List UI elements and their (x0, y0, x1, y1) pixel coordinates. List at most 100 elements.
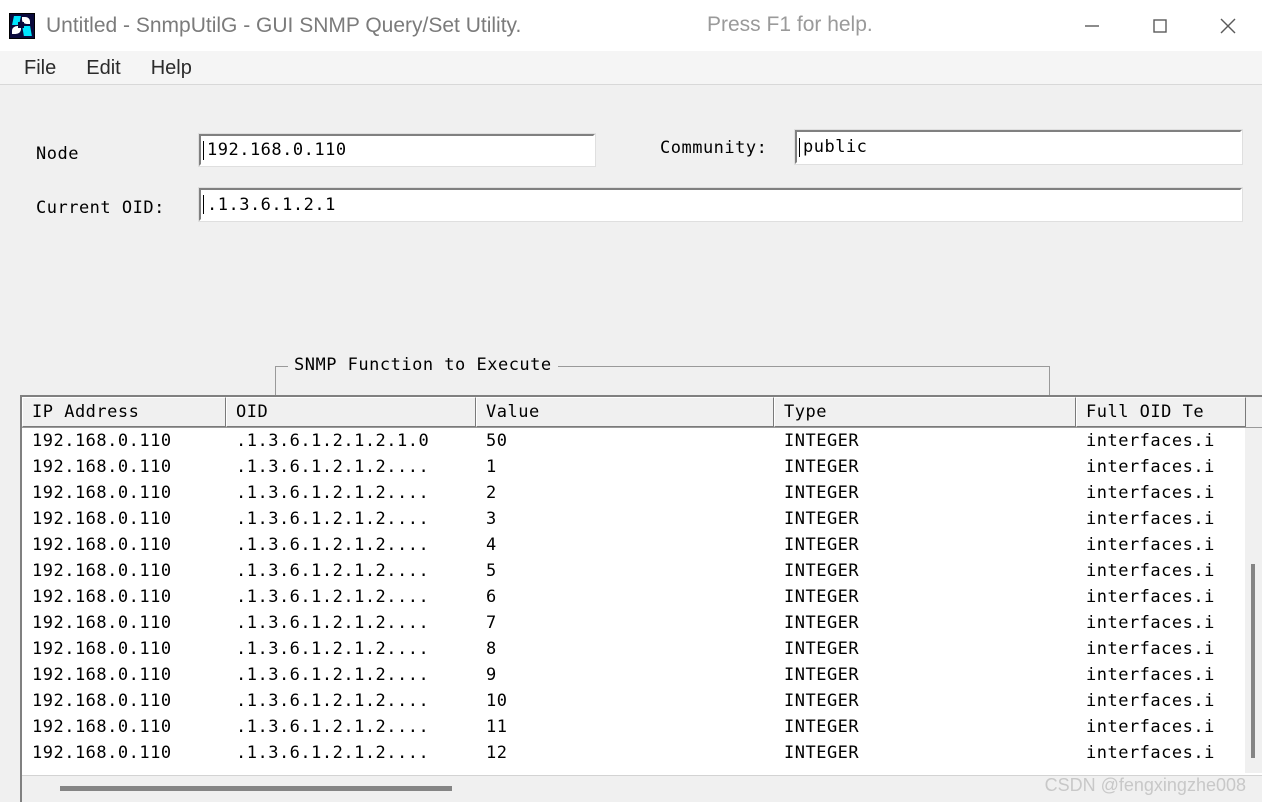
results-list: IP Address OID Value Type Full OID Te 19… (20, 395, 1262, 802)
column-header-full-oid-text[interactable]: Full OID Te (1076, 397, 1246, 427)
cell-oid: .1.3.6.1.2.1.2.... (236, 509, 430, 529)
cell-full-oid-text: interfaces.i (1086, 691, 1215, 711)
cell-ip-address: 192.168.0.110 (32, 691, 172, 711)
table-row[interactable]: 192.168.0.110 .1.3.6.1.2.1.2.... 7 INTEGER i… (22, 610, 1262, 636)
cell-value: 10 (486, 691, 508, 711)
watermark-text: CSDN @fengxingzhe008 (1044, 775, 1246, 795)
cell-oid: .1.3.6.1.2.1.2.... (236, 639, 430, 659)
minimize-button[interactable] (1058, 0, 1126, 51)
node-label: Node (36, 144, 79, 164)
node-input-value: 192.168.0.110 (207, 140, 347, 160)
horizontal-scrollbar-thumb[interactable] (60, 786, 452, 791)
cell-type: INTEGER (784, 483, 860, 503)
column-header-ip-address[interactable]: IP Address (22, 397, 226, 427)
cell-full-oid-text: interfaces.i (1086, 483, 1215, 503)
table-row[interactable]: 192.168.0.110 .1.3.6.1.2.1.2.... 8 INTEGER i… (22, 636, 1262, 662)
cell-type: INTEGER (784, 535, 860, 555)
snmputilg-app-icon (9, 12, 35, 39)
column-header-type[interactable]: Type (774, 397, 1076, 427)
cell-oid: .1.3.6.1.2.1.2.... (236, 717, 430, 737)
table-row[interactable]: 192.168.0.110 .1.3.6.1.2.1.2.... 6 INTEGER i… (22, 584, 1262, 610)
window-title: Untitled - SnmpUtilG - GUI SNMP Query/Se… (46, 13, 522, 37)
minimize-icon (1081, 15, 1103, 37)
cell-value: 7 (486, 613, 497, 633)
menu-item-edit[interactable]: Edit (71, 53, 135, 83)
cell-full-oid-text: interfaces.i (1086, 665, 1215, 685)
cell-full-oid-text: interfaces.i (1086, 613, 1215, 633)
cell-type: INTEGER (784, 743, 860, 763)
menu-item-file[interactable]: File (9, 53, 71, 83)
current-oid-input-value: .1.3.6.1.2.1 (207, 194, 336, 215)
cell-value: 12 (486, 743, 508, 763)
current-oid-input[interactable]: .1.3.6.1.2.1 (198, 187, 1243, 222)
vertical-scrollbar[interactable] (1245, 428, 1262, 773)
cell-ip-address: 192.168.0.110 (32, 535, 172, 555)
cell-full-oid-text: interfaces.i (1086, 457, 1215, 477)
cell-type: INTEGER (784, 587, 860, 607)
cell-type: INTEGER (784, 613, 860, 633)
cell-ip-address: 192.168.0.110 (32, 639, 172, 659)
cell-value: 6 (486, 587, 497, 607)
column-header-value[interactable]: Value (476, 397, 774, 427)
cell-ip-address: 192.168.0.110 (32, 613, 172, 633)
cell-ip-address: 192.168.0.110 (32, 509, 172, 529)
table-row[interactable]: 192.168.0.110 .1.3.6.1.2.1.2.... 3 INTEGER i… (22, 506, 1262, 532)
cell-full-oid-text: interfaces.i (1086, 509, 1215, 529)
window-controls (1058, 0, 1262, 51)
table-row[interactable]: 192.168.0.110 .1.3.6.1.2.1.2.... 1 INTEGER i… (22, 454, 1262, 480)
cell-ip-address: 192.168.0.110 (32, 717, 172, 737)
table-row[interactable]: 192.168.0.110 .1.3.6.1.2.1.2.... 5 INTEGER i… (22, 558, 1262, 584)
cell-value: 5 (486, 561, 497, 581)
close-button[interactable] (1194, 0, 1262, 51)
cell-ip-address: 192.168.0.110 (32, 743, 172, 763)
results-rows-container: 192.168.0.110 .1.3.6.1.2.1.2.1.0 50 INTEGER… (22, 428, 1262, 802)
table-row[interactable]: 192.168.0.110 .1.3.6.1.2.1.2.... 10 INTEGER… (22, 688, 1262, 714)
cell-type: INTEGER (784, 639, 860, 659)
table-row[interactable]: 192.168.0.110 .1.3.6.1.2.1.2.1.0 50 INTEGER… (22, 428, 1262, 454)
cell-ip-address: 192.168.0.110 (32, 561, 172, 581)
vertical-scrollbar-thumb[interactable] (1251, 564, 1255, 758)
cell-type: INTEGER (784, 457, 860, 477)
cell-value: 11 (486, 717, 508, 737)
cell-oid: .1.3.6.1.2.1.2.... (236, 665, 430, 685)
cell-full-oid-text: interfaces.i (1086, 639, 1215, 659)
cell-value: 8 (486, 639, 497, 659)
cell-oid: .1.3.6.1.2.1.2.1.0 (236, 431, 430, 451)
table-row[interactable]: 192.168.0.110 .1.3.6.1.2.1.2.... 4 INTEGER i… (22, 532, 1262, 558)
cell-type: INTEGER (784, 665, 860, 685)
results-header-row: IP Address OID Value Type Full OID Te (22, 397, 1262, 428)
column-header-oid[interactable]: OID (226, 397, 476, 427)
community-input[interactable]: public (794, 129, 1243, 165)
cell-ip-address: 192.168.0.110 (32, 457, 172, 477)
cell-oid: .1.3.6.1.2.1.2.... (236, 457, 430, 477)
cell-ip-address: 192.168.0.110 (32, 665, 172, 685)
table-row[interactable]: 192.168.0.110 .1.3.6.1.2.1.2.... 2 INTEGER i… (22, 480, 1262, 506)
table-row[interactable]: 192.168.0.110 .1.3.6.1.2.1.2.... 9 INTEGER i… (22, 662, 1262, 688)
cell-full-oid-text: interfaces.i (1086, 587, 1215, 607)
cell-oid: .1.3.6.1.2.1.2.... (236, 535, 430, 555)
cell-oid: .1.3.6.1.2.1.2.... (236, 587, 430, 607)
help-hint-text: Press F1 for help. (707, 13, 873, 36)
node-input[interactable]: 192.168.0.110 (198, 133, 596, 167)
table-row[interactable]: 192.168.0.110 .1.3.6.1.2.1.2.... 11 INTEGER… (22, 714, 1262, 740)
close-icon (1216, 14, 1240, 38)
title-bar: Untitled - SnmpUtilG - GUI SNMP Query/Se… (0, 0, 1262, 51)
maximize-button[interactable] (1126, 0, 1194, 51)
cell-value: 9 (486, 665, 497, 685)
table-row[interactable]: 192.168.0.110 .1.3.6.1.2.1.2.... 12 INTEGER… (22, 740, 1262, 766)
cell-full-oid-text: interfaces.i (1086, 561, 1215, 581)
cell-value: 50 (486, 431, 508, 451)
cell-ip-address: 192.168.0.110 (32, 483, 172, 503)
cell-value: 1 (486, 457, 497, 477)
cell-type: INTEGER (784, 561, 860, 581)
cell-type: INTEGER (784, 431, 860, 451)
cell-oid: .1.3.6.1.2.1.2.... (236, 561, 430, 581)
cell-full-oid-text: interfaces.i (1086, 743, 1215, 763)
cell-oid: .1.3.6.1.2.1.2.... (236, 743, 430, 763)
menu-item-help[interactable]: Help (136, 53, 207, 83)
cell-full-oid-text: interfaces.i (1086, 535, 1215, 555)
community-input-value: public (803, 137, 868, 157)
cell-oid: .1.3.6.1.2.1.2.... (236, 613, 430, 633)
cell-type: INTEGER (784, 691, 860, 711)
community-label: Community: (660, 138, 768, 158)
